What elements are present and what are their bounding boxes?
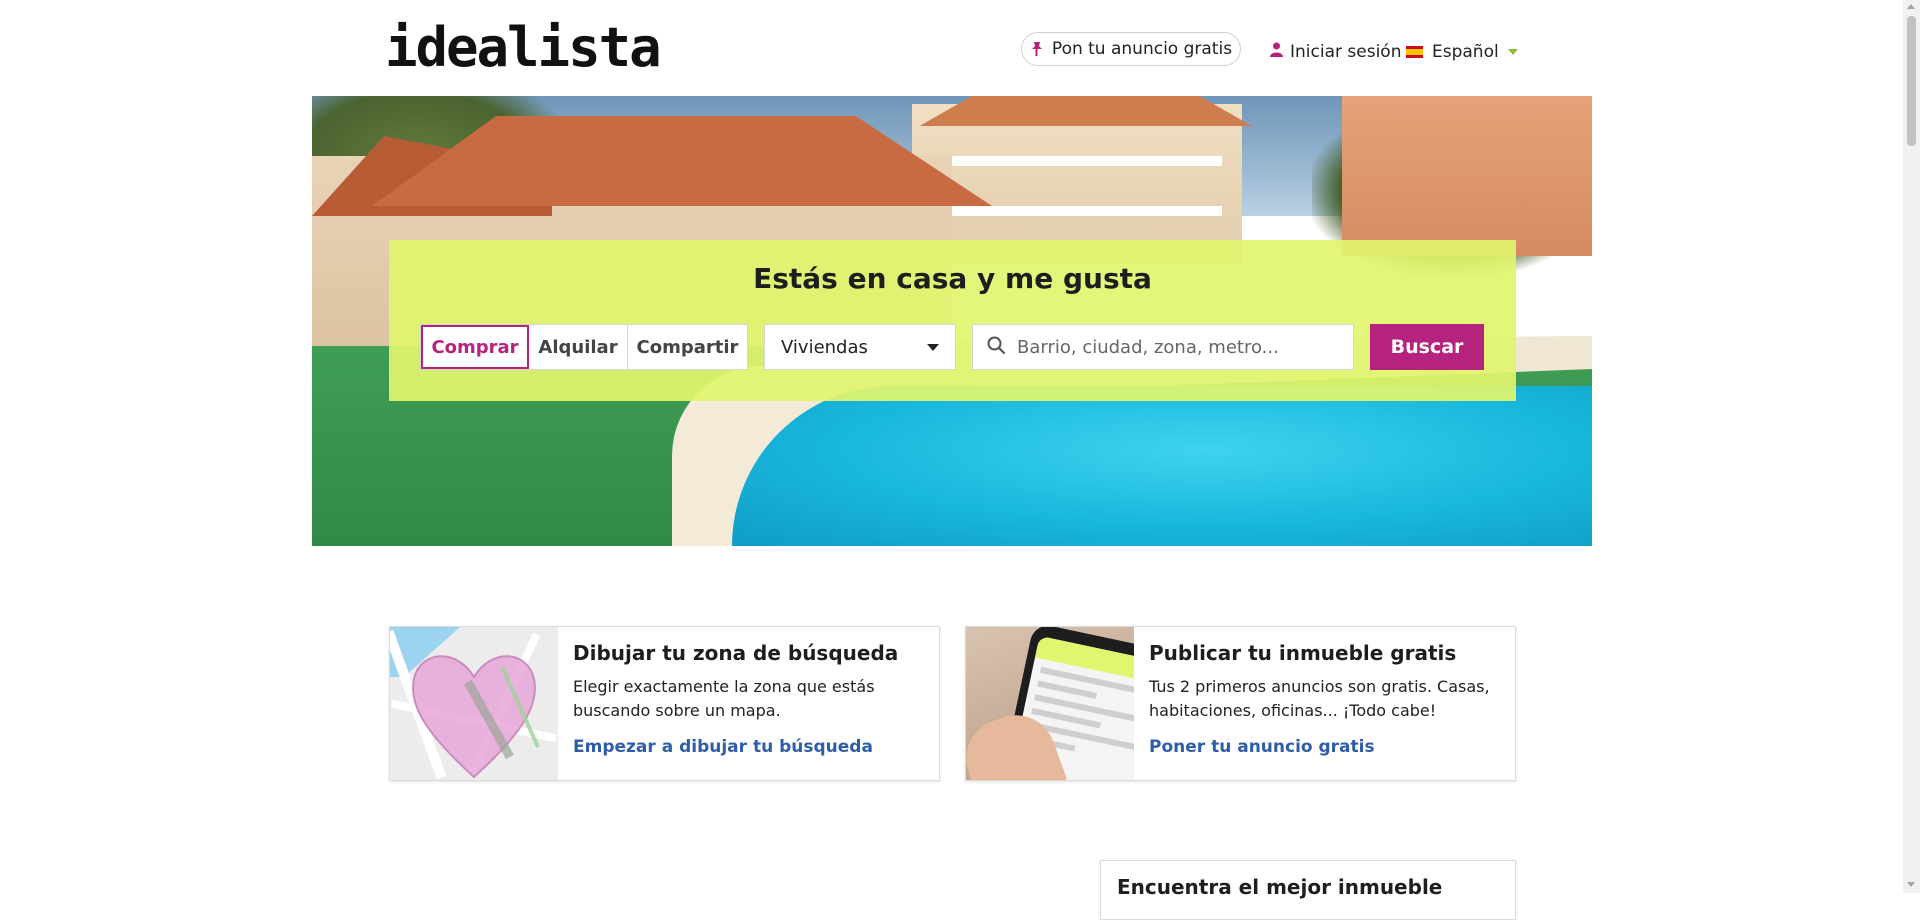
map-heart-thumbnail	[390, 627, 558, 780]
publish-ad-label: Pon tu anuncio gratis	[1051, 39, 1233, 59]
card-title: Dibujar tu zona de búsqueda	[573, 641, 899, 665]
spain-flag-icon	[1406, 46, 1423, 58]
user-icon	[1270, 42, 1283, 62]
pin-icon	[1030, 41, 1044, 57]
login-link[interactable]: Iniciar sesión	[1270, 40, 1401, 64]
login-label: Iniciar sesión	[1290, 42, 1402, 62]
card-title: Encuentra el mejor inmueble	[1117, 875, 1443, 899]
chevron-down-icon	[1507, 49, 1518, 55]
operation-tabs: Comprar Alquilar Compartir	[420, 324, 748, 370]
property-type-select[interactable]: Viviendas	[764, 324, 956, 370]
scroll-down-arrow[interactable]	[1907, 882, 1915, 887]
find-property-card: Encuentra el mejor inmueble	[1100, 860, 1516, 920]
card-body: Dibujar tu zona de búsqueda Elegir exact…	[558, 627, 939, 780]
hero-title: Estás en casa y me gusta	[753, 262, 1152, 295]
card-description: Elegir exactamente la zona que estás bus…	[573, 677, 875, 720]
location-search-input[interactable]	[1015, 335, 1325, 359]
page-scrollbar[interactable]	[1903, 0, 1920, 893]
draw-zone-card[interactable]: Dibujar tu zona de búsqueda Elegir exact…	[389, 626, 940, 781]
site-header: idealista Pon tu anuncio gratis Iniciar …	[0, 0, 1900, 96]
search-panel: Estás en casa y me gusta Comprar Alquila…	[389, 240, 1516, 401]
card-title: Publicar tu inmueble gratis	[1149, 641, 1457, 665]
tab-alquilar[interactable]: Alquilar	[529, 325, 628, 369]
scroll-up-arrow[interactable]	[1907, 4, 1915, 9]
draw-search-link[interactable]: Empezar a dibujar tu búsqueda	[573, 737, 873, 757]
idealista-logo[interactable]: idealista	[385, 18, 662, 78]
scroll-thumb[interactable]	[1907, 16, 1916, 146]
card-description: Tus 2 primeros anuncios son gratis. Casa…	[1149, 677, 1490, 720]
chevron-down-icon	[927, 343, 939, 351]
language-selector[interactable]: Español	[1406, 40, 1518, 64]
publish-ad-link[interactable]: Poner tu anuncio gratis	[1149, 737, 1375, 757]
tab-compartir[interactable]: Compartir	[628, 325, 747, 369]
publish-ad-button[interactable]: Pon tu anuncio gratis	[1021, 32, 1241, 66]
property-type-value: Viviendas	[781, 336, 868, 358]
phone-app-thumbnail	[966, 627, 1134, 780]
card-body: Publicar tu inmueble gratis Tus 2 primer…	[1134, 627, 1515, 780]
search-button[interactable]: Buscar	[1370, 324, 1484, 370]
location-search-field[interactable]	[972, 324, 1354, 370]
language-label: Español	[1432, 42, 1499, 62]
tab-comprar[interactable]: Comprar	[421, 325, 529, 369]
publish-property-card[interactable]: Publicar tu inmueble gratis Tus 2 primer…	[965, 626, 1516, 781]
search-icon	[987, 336, 1006, 358]
